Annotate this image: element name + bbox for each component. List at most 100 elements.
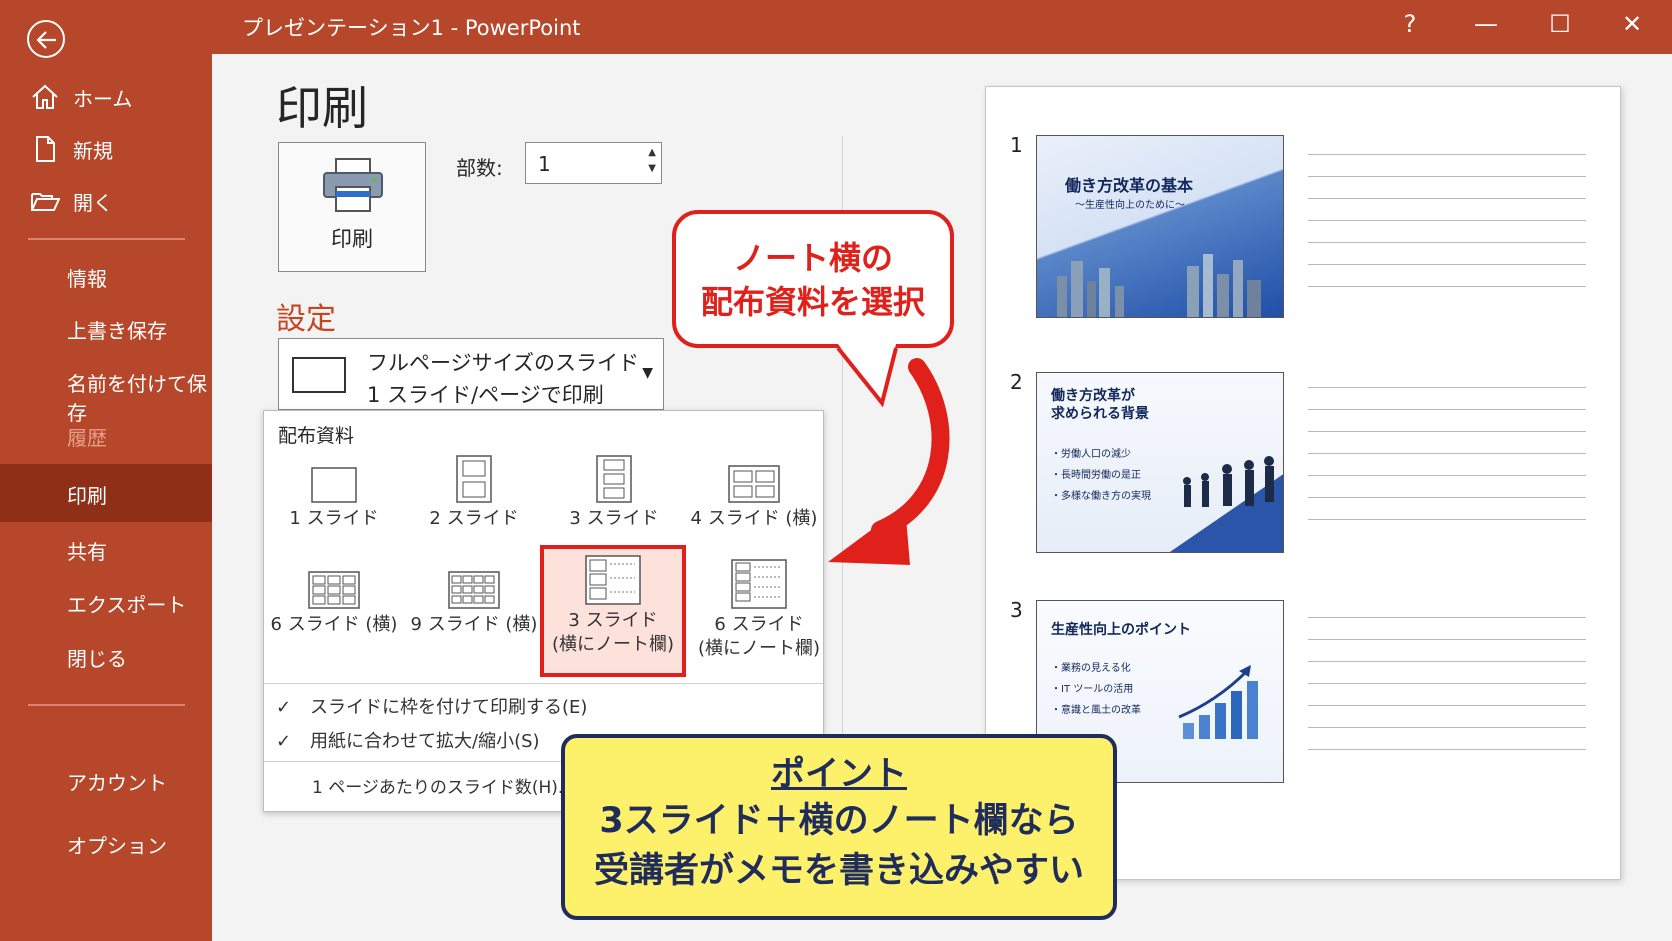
minimize-button[interactable]: — xyxy=(1466,10,1506,38)
sidebar-divider xyxy=(28,704,185,706)
sidebar-item-info[interactable]: 情報 xyxy=(0,250,212,302)
slide-bullet: ・労働人口の減少 xyxy=(1051,449,1131,460)
one-slide-layout-icon xyxy=(311,467,357,503)
help-button[interactable]: ? xyxy=(1390,10,1430,38)
scale-to-fit-label: 用紙に合わせて拡大/縮小(S) xyxy=(310,731,540,752)
handouts-heading: 配布資料 xyxy=(278,425,355,447)
frame-slides-label: スライドに枠を付けて印刷する(E) xyxy=(310,697,588,718)
note-line xyxy=(1308,749,1586,750)
sidebar-item-close[interactable]: 閉じる xyxy=(0,630,212,682)
four-slides-layout-icon xyxy=(728,465,780,503)
chevron-down-icon: ▼ xyxy=(642,365,653,381)
point-heading: ポイント xyxy=(771,754,907,794)
slides-per-page-option[interactable]: 1 ページあたりのスライド数(H)... xyxy=(312,773,574,798)
panel-divider xyxy=(264,683,823,684)
slide-title: 働き方改革の基本 xyxy=(1065,176,1194,195)
slide-bullet: ・意識と風土の改革 xyxy=(1051,705,1141,716)
handout-option-1-slide[interactable]: 1 スライド xyxy=(269,455,399,531)
note-line xyxy=(1308,453,1586,454)
back-button[interactable] xyxy=(27,20,65,58)
three-slides-notes-layout-icon xyxy=(585,555,641,605)
handout-option-6-slides-notes[interactable]: 6 スライド (横にノート欄) xyxy=(689,557,829,661)
note-line xyxy=(1308,387,1586,388)
note-line xyxy=(1308,683,1586,684)
spin-up-icon[interactable]: ▲ xyxy=(648,147,656,158)
callout-bubble: ノート横の 配布資料を選択 xyxy=(672,210,954,348)
growth-chart-image xyxy=(1178,665,1258,739)
handout-option-3-slides-notes[interactable]: 3 スライド (横にノート欄) xyxy=(540,545,686,677)
note-line xyxy=(1308,409,1586,410)
print-layout-dropdown[interactable]: フルページサイズのスライド 1 スライド/ページで印刷 ▼ xyxy=(278,338,664,410)
note-line xyxy=(1308,220,1586,221)
slide-thumbnail: 働き方改革が 求められる背景 ・労働人口の減少 ・長時間労働の是正 ・多様な働き… xyxy=(1036,372,1284,553)
slide-number: 3 xyxy=(1010,598,1023,622)
layout-title: フルページサイズのスライド xyxy=(367,351,639,375)
slide-title: 求められる背景 xyxy=(1051,406,1149,422)
sidebar-item-share[interactable]: 共有 xyxy=(0,523,212,575)
slide-title: 生産性向上のポイント xyxy=(1051,622,1191,638)
folder-open-icon xyxy=(31,193,60,211)
sidebar-item-label: ホーム xyxy=(73,87,133,111)
sidebar-item-new[interactable]: 新規 xyxy=(0,122,212,174)
slide-bullet: ・多様な働き方の実現 xyxy=(1051,491,1151,502)
note-line xyxy=(1308,242,1586,243)
sidebar-item-open[interactable]: 開く xyxy=(0,174,212,226)
back-arrow-icon xyxy=(36,31,56,49)
sidebar-divider xyxy=(28,238,185,240)
note-line xyxy=(1308,154,1586,155)
option-label: (横にノート欄) xyxy=(697,638,821,659)
option-label: 4 スライド (横) xyxy=(690,508,818,529)
three-slides-layout-icon xyxy=(596,455,632,503)
sidebar-item-label: 履歴 xyxy=(67,426,107,450)
sidebar-item-save-as[interactable]: 名前を付けて保存 xyxy=(0,355,212,425)
handout-option-3-slides[interactable]: 3 スライド xyxy=(549,455,679,531)
slide-title: 働き方改革が xyxy=(1051,388,1135,404)
slide-number: 2 xyxy=(1010,370,1023,394)
maximize-button[interactable]: ☐ xyxy=(1540,10,1580,38)
city-skyline-image xyxy=(1057,254,1261,317)
handout-option-4-slides-horizontal[interactable]: 4 スライド (横) xyxy=(689,455,819,531)
home-icon xyxy=(32,84,58,109)
note-line xyxy=(1308,705,1586,706)
sidebar-item-label: 閉じる xyxy=(67,647,127,671)
slide-bullet: ・長時間労働の是正 xyxy=(1051,470,1141,481)
slide-subtitle: ～生産性向上のために～ xyxy=(1075,200,1185,211)
scale-to-fit-option[interactable]: ✓ 用紙に合わせて拡大/縮小(S) xyxy=(276,727,540,753)
six-slides-notes-layout-icon xyxy=(731,559,787,609)
sidebar-item-export[interactable]: エクスポート xyxy=(0,576,212,628)
backstage-sidebar: ホーム 新規 開く 情報 上書き保存 名前を付けて保存 履歴 印刷 共有 エクス… xyxy=(0,0,212,941)
sidebar-item-label: 上書き保存 xyxy=(67,319,167,343)
option-label: 2 スライド xyxy=(429,508,519,529)
sidebar-item-label: 開く xyxy=(73,191,113,215)
page-title: 印刷 xyxy=(276,81,368,135)
option-label: 3 スライド xyxy=(569,508,659,529)
print-button[interactable]: 印刷 xyxy=(278,142,426,272)
handout-option-9-slides-horizontal[interactable]: 9 スライド (横) xyxy=(409,561,539,637)
slide-bullet: ・業務の見える化 xyxy=(1051,663,1131,674)
callout-line-1: ノート横の xyxy=(732,239,893,277)
option-label: 6 スライド xyxy=(714,614,804,635)
note-line xyxy=(1308,639,1586,640)
window-title: プレゼンテーション1 - PowerPoint xyxy=(242,16,581,40)
handout-option-2-slides[interactable]: 2 スライド xyxy=(409,455,539,531)
note-line xyxy=(1308,661,1586,662)
sidebar-item-save[interactable]: 上書き保存 xyxy=(0,302,212,354)
note-line xyxy=(1308,286,1586,287)
checkmark-icon: ✓ xyxy=(276,731,292,752)
note-line xyxy=(1308,497,1586,498)
copies-input[interactable]: 1 ▲ ▼ xyxy=(525,142,662,184)
sidebar-item-options[interactable]: オプション xyxy=(0,817,212,869)
sidebar-item-account[interactable]: アカウント xyxy=(0,754,212,806)
sidebar-item-label: アカウント xyxy=(67,771,167,795)
close-button[interactable]: ✕ xyxy=(1612,10,1652,38)
copies-label: 部数: xyxy=(456,156,503,180)
sidebar-item-label: 新規 xyxy=(73,139,113,163)
point-line-1: 3スライド＋横のノート欄なら xyxy=(599,801,1079,841)
sidebar-item-print[interactable]: 印刷 xyxy=(0,464,212,522)
spin-down-icon[interactable]: ▼ xyxy=(648,163,656,174)
sidebar-item-home[interactable]: ホーム xyxy=(0,70,212,122)
frame-slides-option[interactable]: ✓ スライドに枠を付けて印刷する(E) xyxy=(276,693,587,719)
point-line-2: 受講者がメモを書き込みやすい xyxy=(593,851,1084,891)
handout-option-6-slides-horizontal[interactable]: 6 スライド (横) xyxy=(269,561,399,637)
note-line xyxy=(1308,519,1586,520)
